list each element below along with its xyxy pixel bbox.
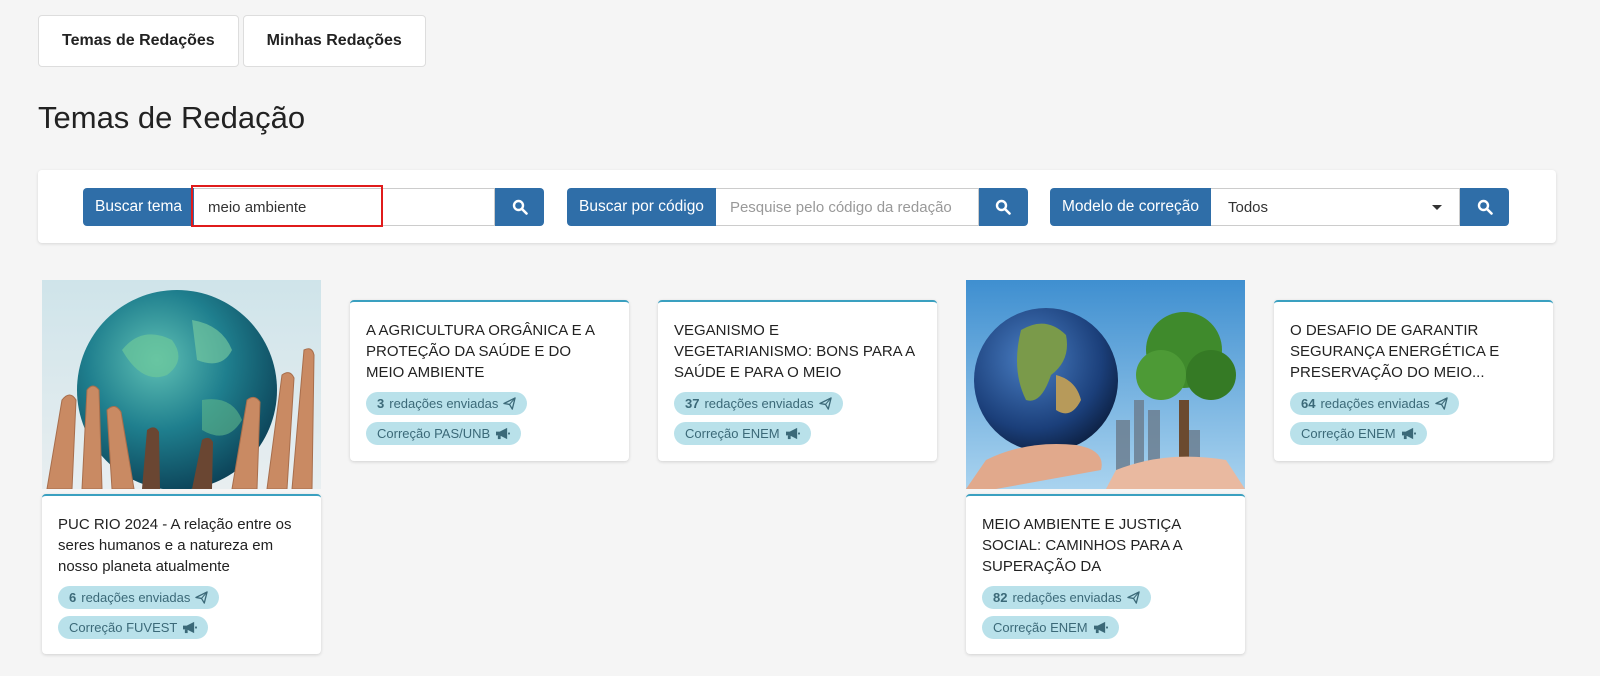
submissions-count: 6	[69, 590, 77, 605]
submissions-badge: 82 redações enviadas	[982, 586, 1151, 609]
correction-label: Correção PAS/UNB	[377, 426, 491, 441]
chevron-down-icon	[1432, 204, 1442, 210]
card-count-row: 64 redações enviadas	[1290, 383, 1537, 415]
hands-globe-image	[42, 280, 321, 489]
theme-card[interactable]: VEGANISMO E VEGETARIANISMO: BONS PARA A …	[658, 300, 937, 461]
correction-badge: Correção ENEM	[982, 616, 1119, 639]
card-correction-row: Correção ENEM	[1290, 413, 1537, 445]
submissions-count: 64	[1301, 396, 1316, 411]
tab-temas-de-redacoes[interactable]: Temas de Redações	[38, 15, 239, 67]
megaphone-icon	[1093, 621, 1108, 634]
search-panel: Buscar tema Buscar por código Modelo de …	[38, 170, 1556, 243]
page-title: Temas de Redação	[38, 100, 306, 135]
search-icon	[996, 199, 1012, 215]
code-search-group: Buscar por código	[567, 188, 1028, 226]
tab-minhas-redacoes[interactable]: Minhas Redações	[242, 15, 426, 67]
model-select-value: Todos	[1228, 198, 1269, 216]
card-title[interactable]: MEIO AMBIENTE E JUSTIÇA SOCIAL: CAMINHOS…	[982, 514, 1229, 577]
paper-plane-icon	[195, 591, 209, 604]
submissions-label: redações enviadas	[1012, 590, 1122, 605]
paper-plane-icon	[1126, 591, 1140, 604]
theme-search-group: Buscar tema	[83, 185, 545, 227]
submissions-label: redações enviadas	[1320, 396, 1430, 411]
card-count-row: 3 redações enviadas	[366, 383, 613, 415]
card-title[interactable]: A AGRICULTURA ORGÂNICA E A PROTEÇÃO DA S…	[366, 320, 613, 383]
model-filter-label: Modelo de correção	[1050, 188, 1211, 226]
theme-search-label: Buscar tema	[83, 188, 195, 226]
megaphone-icon	[1401, 427, 1416, 440]
megaphone-icon	[785, 427, 800, 440]
submissions-label: redações enviadas	[81, 590, 191, 605]
correction-badge: Correção FUVEST	[58, 616, 209, 639]
card-title[interactable]: VEGANISMO E VEGETARIANISMO: BONS PARA A …	[674, 320, 921, 383]
card-title[interactable]: PUC RIO 2024 - A relação entre os seres …	[58, 514, 305, 577]
card-correction-row: Correção ENEM	[982, 607, 1229, 639]
correction-badge: Correção ENEM	[1290, 422, 1427, 445]
code-search-label: Buscar por código	[567, 188, 716, 226]
card-count-row: 6 redações enviadas	[58, 577, 305, 609]
submissions-badge: 64 redações enviadas	[1290, 392, 1459, 415]
submissions-badge: 3 redações enviadas	[366, 392, 528, 415]
card-image-hands-globe[interactable]	[42, 280, 321, 489]
submissions-count: 3	[377, 396, 385, 411]
correction-label: Correção ENEM	[1301, 426, 1396, 441]
correction-badge: Correção ENEM	[674, 422, 811, 445]
correction-label: Correção FUVEST	[69, 620, 178, 635]
correction-label: Correção ENEM	[685, 426, 780, 441]
tab-bar: Temas de Redações Minhas Redações	[38, 15, 426, 67]
theme-card[interactable]: A AGRICULTURA ORGÂNICA E A PROTEÇÃO DA S…	[350, 300, 629, 461]
code-search-button[interactable]	[978, 188, 1028, 226]
theme-card[interactable]: PUC RIO 2024 - A relação entre os seres …	[42, 494, 321, 654]
submissions-label: redações enviadas	[704, 396, 814, 411]
correction-badge: Correção PAS/UNB	[366, 422, 522, 445]
submissions-label: redações enviadas	[389, 396, 499, 411]
theme-card[interactable]: O DESAFIO DE GARANTIR SEGURANÇA ENERGÉTI…	[1274, 300, 1553, 461]
model-filter-button[interactable]	[1460, 188, 1509, 226]
paper-plane-icon	[1434, 397, 1448, 410]
earth-in-hand-image	[966, 280, 1245, 489]
correction-label: Correção ENEM	[993, 620, 1088, 635]
paper-plane-icon	[503, 397, 517, 410]
submissions-count: 37	[685, 396, 700, 411]
card-count-row: 37 redações enviadas	[674, 383, 921, 415]
card-count-row: 82 redações enviadas	[982, 577, 1229, 609]
theme-card[interactable]: MEIO AMBIENTE E JUSTIÇA SOCIAL: CAMINHOS…	[966, 494, 1245, 654]
search-icon	[1477, 199, 1493, 215]
input-highlight-box	[191, 185, 384, 227]
model-filter-group: Modelo de correção Todos	[1050, 188, 1509, 226]
card-title[interactable]: O DESAFIO DE GARANTIR SEGURANÇA ENERGÉTI…	[1290, 320, 1537, 383]
model-select[interactable]: Todos	[1211, 188, 1460, 226]
megaphone-icon	[183, 621, 198, 634]
code-search-input[interactable]	[715, 188, 979, 226]
paper-plane-icon	[818, 397, 832, 410]
card-image-earth-hand[interactable]	[966, 280, 1245, 489]
card-correction-row: Correção PAS/UNB	[366, 413, 613, 445]
search-icon	[512, 199, 528, 215]
submissions-badge: 6 redações enviadas	[58, 586, 220, 609]
card-correction-row: Correção ENEM	[674, 413, 921, 445]
theme-search-button[interactable]	[495, 188, 545, 226]
card-correction-row: Correção FUVEST	[58, 607, 305, 639]
submissions-count: 82	[993, 590, 1008, 605]
submissions-badge: 37 redações enviadas	[674, 392, 843, 415]
megaphone-icon	[496, 427, 511, 440]
